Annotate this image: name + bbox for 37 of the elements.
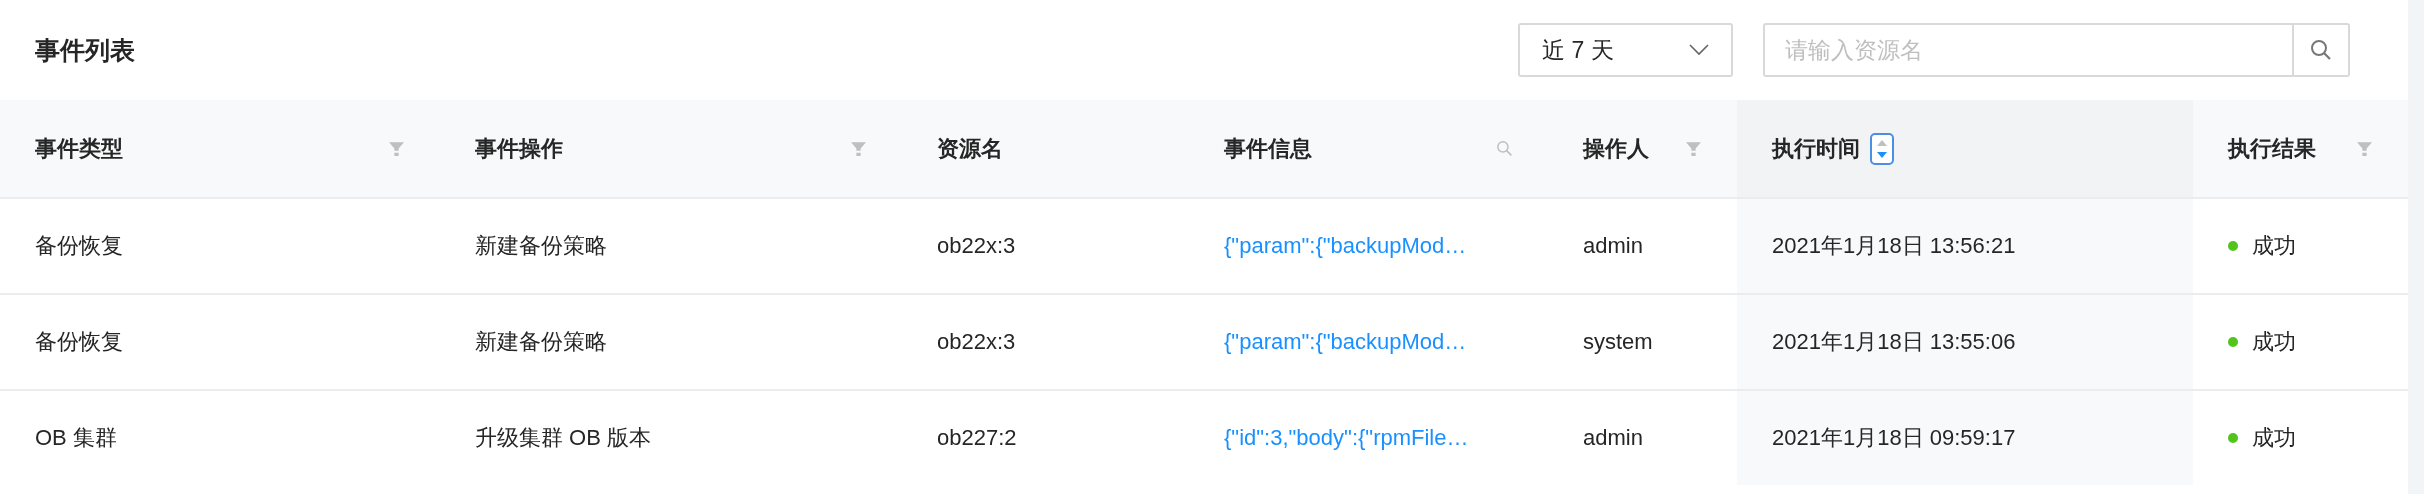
status-text: 成功	[2252, 424, 2296, 452]
table-cell: ob22x:3	[937, 329, 1016, 355]
table-cell: ob227:2	[937, 425, 1017, 451]
sort-icon[interactable]	[1870, 132, 1894, 165]
table-cell-text: OB 集群	[35, 424, 117, 452]
table-cell-text: 新建备份策略	[475, 328, 607, 356]
column-header[interactable]: 资源名	[902, 100, 1189, 197]
filter-icon[interactable]	[2356, 140, 2373, 157]
column-header[interactable]: 执行结果	[2193, 100, 2408, 197]
table-cell-text: 备份恢复	[35, 232, 123, 260]
search-icon[interactable]	[1496, 140, 1513, 157]
table-cell: admin	[1583, 425, 1643, 451]
filter-icon[interactable]	[1685, 140, 1702, 157]
chevron-down-icon	[1689, 44, 1709, 56]
table-cell: ob22x:3	[937, 233, 1016, 259]
table-cell-text: 2021年1月18日 13:55:06	[1772, 328, 2016, 356]
page-title: 事件列表	[35, 34, 135, 66]
table-cell-text: 备份恢复	[35, 328, 123, 356]
table-cell: admin	[1583, 233, 1643, 259]
filter-icon[interactable]	[850, 140, 867, 157]
column-header[interactable]: 执行时间	[1737, 100, 2193, 197]
date-range-select[interactable]: 近 7 天	[1518, 23, 1733, 77]
table-cell-text: 2021年1月18日 09:59:17	[1772, 424, 2016, 452]
filter-icon[interactable]	[388, 140, 405, 157]
table-cell-text: 2021年1月18日 13:56:21	[1772, 232, 2016, 260]
column-header[interactable]: 事件操作	[440, 100, 902, 197]
status-text: 成功	[2252, 232, 2296, 260]
search-field[interactable]: 请输入资源名	[1763, 23, 2292, 77]
table-cell-text: 升级集群 OB 版本	[475, 424, 651, 452]
search-icon	[2309, 38, 2333, 62]
table-cell-text: 新建备份策略	[475, 232, 607, 260]
table-cell: system	[1583, 329, 1653, 355]
column-header[interactable]: 事件信息	[1189, 100, 1548, 197]
column-header[interactable]: 事件类型	[0, 100, 440, 197]
status-text: 成功	[2252, 328, 2296, 356]
search-button[interactable]	[2292, 23, 2350, 77]
column-header[interactable]: 操作人	[1548, 100, 1737, 197]
